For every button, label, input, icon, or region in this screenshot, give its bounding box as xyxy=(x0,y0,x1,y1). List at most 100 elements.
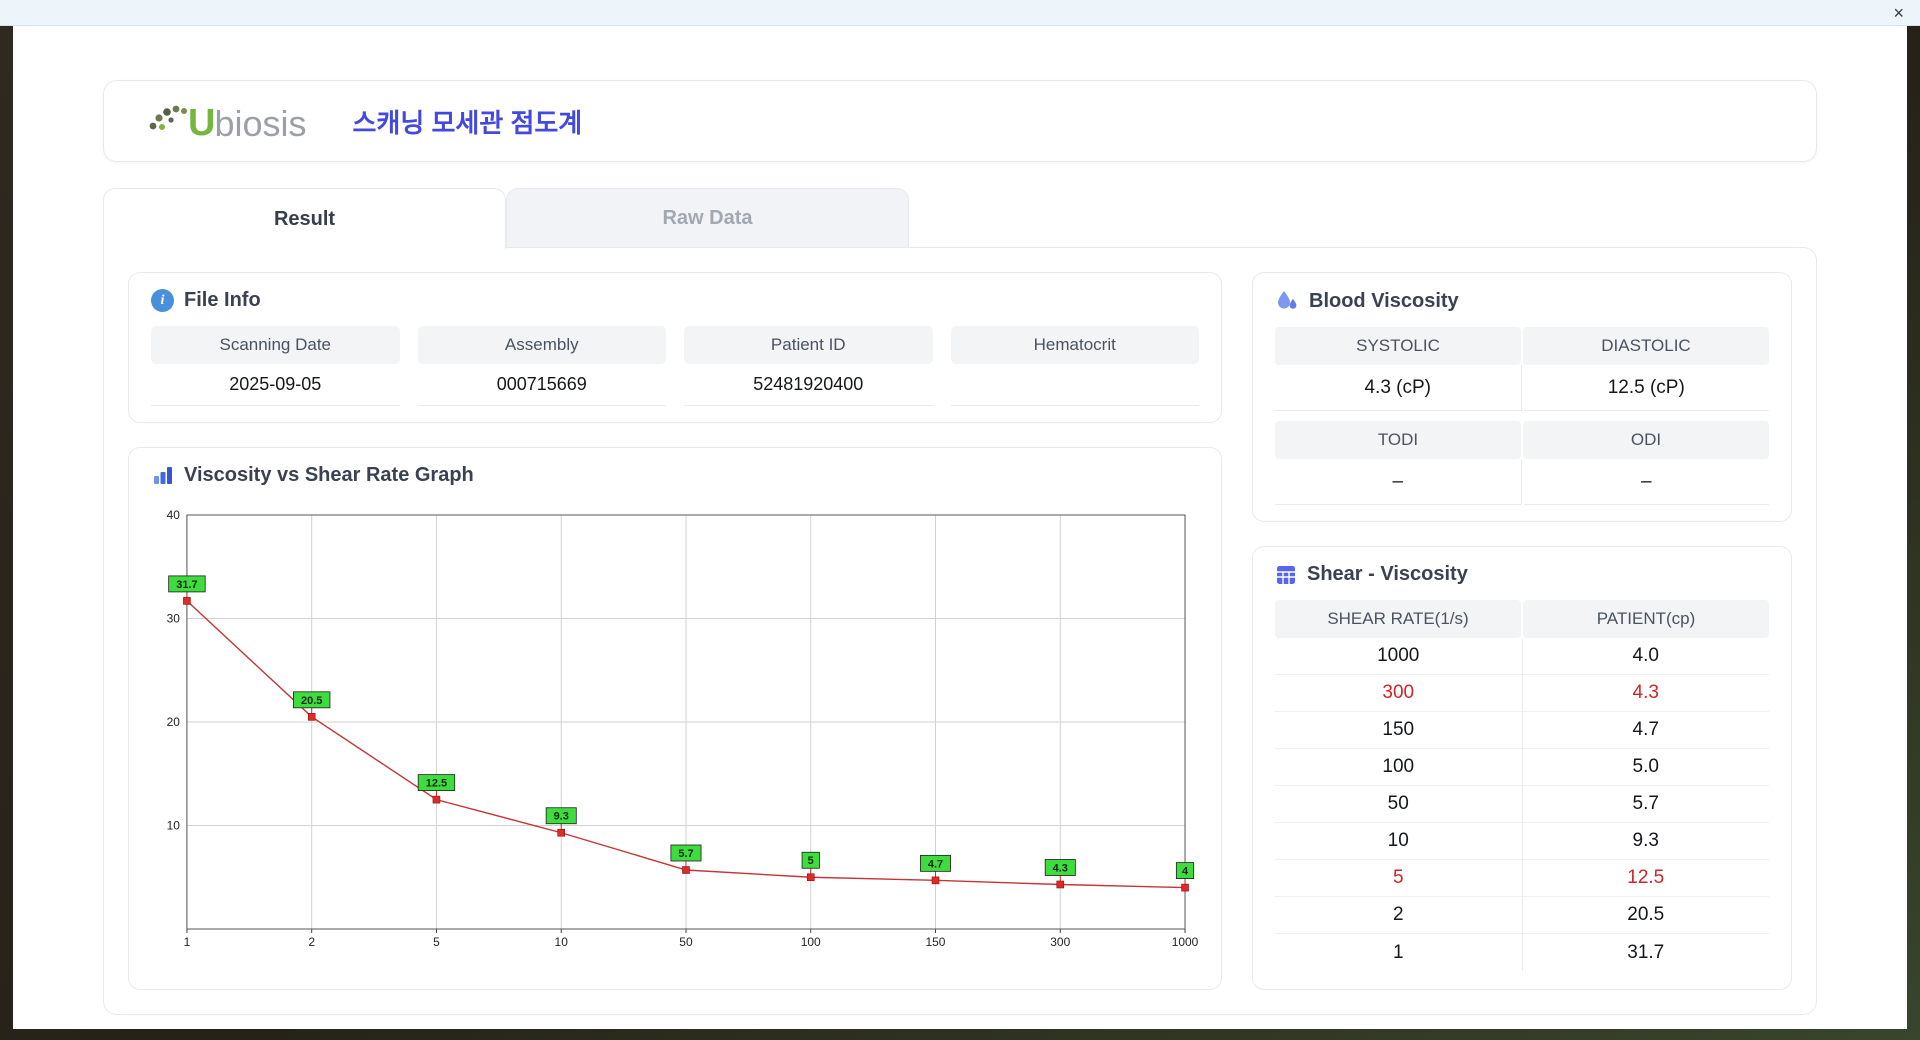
sv-patient: 4.0 xyxy=(1522,638,1769,675)
bv-header-systolic: SYSTOLIC xyxy=(1275,327,1521,365)
bv-value-todi: – xyxy=(1275,459,1522,505)
table-row: 1000 4.0 xyxy=(1275,638,1769,675)
sv-shear: 300 xyxy=(1275,675,1523,712)
bv-value-diastolic: 12.5 (cP) xyxy=(1523,365,1769,411)
svg-text:5: 5 xyxy=(433,935,440,949)
svg-text:150: 150 xyxy=(926,935,946,949)
file-info-fields: Scanning Date 2025-09-05 Assembly 000715… xyxy=(151,326,1199,406)
sv-patient: 4.7 xyxy=(1522,712,1769,749)
graph-title: Viscosity vs Shear Rate Graph xyxy=(184,464,474,486)
svg-text:20.5: 20.5 xyxy=(301,695,322,707)
field-assembly: Assembly 000715669 xyxy=(417,326,666,406)
field-hematocrit: Hematocrit xyxy=(950,326,1199,406)
bv-header-diastolic: DIASTOLIC xyxy=(1523,327,1769,365)
ubiosis-logo: U biosis xyxy=(146,100,307,142)
sv-header-patient: PATIENT(cp) xyxy=(1523,600,1769,638)
table-row: 150 4.7 xyxy=(1275,712,1769,749)
app-window: U biosis 스캐닝 모세관 점도계 Result Raw Data i F… xyxy=(13,26,1907,1029)
shear-viscosity-title: Shear - Viscosity xyxy=(1307,563,1468,585)
svg-text:5.7: 5.7 xyxy=(678,848,693,860)
logo-leaf-icon xyxy=(149,105,187,130)
graph-header: Viscosity vs Shear Rate Graph xyxy=(151,464,1199,487)
sv-header-row: SHEAR RATE(1/s) PATIENT(cp) xyxy=(1275,600,1769,638)
file-info-header: i File Info xyxy=(151,289,1199,312)
svg-text:4: 4 xyxy=(1182,866,1189,878)
table-row: 10 9.3 xyxy=(1275,823,1769,860)
result-panel: i File Info Scanning Date 2025-09-05 Ass… xyxy=(103,247,1817,1015)
right-column: Blood Viscosity SYSTOLIC DIASTOLIC 4.3 (… xyxy=(1252,272,1792,990)
svg-text:30: 30 xyxy=(167,611,181,625)
field-patient-id: Patient ID 52481920400 xyxy=(684,326,933,406)
close-icon[interactable]: × xyxy=(1893,4,1904,22)
blood-viscosity-header: Blood Viscosity xyxy=(1275,289,1769,313)
svg-text:1000: 1000 xyxy=(1172,935,1199,949)
bv-header-row: TODI ODI xyxy=(1275,421,1769,459)
sv-shear: 150 xyxy=(1275,712,1523,749)
svg-text:2: 2 xyxy=(308,935,315,949)
app-header: U biosis 스캐닝 모세관 점도계 xyxy=(103,80,1817,162)
svg-text:20: 20 xyxy=(167,715,181,729)
svg-text:1: 1 xyxy=(184,935,191,949)
tab-result[interactable]: Result xyxy=(103,188,506,249)
field-value: 52481920400 xyxy=(684,364,933,406)
tab-raw-data[interactable]: Raw Data xyxy=(506,188,909,248)
sv-patient: 9.3 xyxy=(1522,823,1769,860)
droplet-icon xyxy=(1278,291,1297,309)
bv-header-odi: ODI xyxy=(1523,421,1769,459)
svg-text:10: 10 xyxy=(167,818,181,832)
svg-text:9.3: 9.3 xyxy=(554,811,569,823)
blood-viscosity-card: Blood Viscosity SYSTOLIC DIASTOLIC 4.3 (… xyxy=(1252,272,1792,522)
field-scanning-date: Scanning Date 2025-09-05 xyxy=(151,326,400,406)
svg-text:5: 5 xyxy=(808,855,814,867)
table-row: 300 4.3 xyxy=(1275,675,1769,712)
graph-card: Viscosity vs Shear Rate Graph 1 2 5 10 50 100… xyxy=(128,447,1222,990)
sv-shear: 2 xyxy=(1275,897,1523,934)
field-label: Hematocrit xyxy=(950,326,1199,364)
svg-text:40: 40 xyxy=(167,508,181,522)
bv-value-row: 4.3 (cP) 12.5 (cP) xyxy=(1275,365,1769,411)
calculator-icon xyxy=(1277,565,1295,584)
sv-patient: 5.7 xyxy=(1522,786,1769,823)
shear-viscosity-card: Shear - Viscosity SHEAR RATE(1/s) PATIEN… xyxy=(1252,546,1792,990)
table-row: 50 5.7 xyxy=(1275,786,1769,823)
bv-value-odi: – xyxy=(1523,459,1769,505)
svg-text:31.7: 31.7 xyxy=(176,579,197,591)
field-label: Scanning Date xyxy=(151,326,400,364)
svg-text:300: 300 xyxy=(1050,935,1070,949)
left-column: i File Info Scanning Date 2025-09-05 Ass… xyxy=(128,272,1222,990)
window-titlebar: × xyxy=(0,0,1920,26)
viscosity-chart: 1 2 5 10 50 100 150 300 1000 10 20 30 40 31.7 20.5 12.5… xyxy=(167,508,1199,949)
sv-patient: 5.0 xyxy=(1522,749,1769,786)
file-info-card: i File Info Scanning Date 2025-09-05 Ass… xyxy=(128,272,1222,423)
svg-text:12.5: 12.5 xyxy=(426,778,447,790)
table-row: 2 20.5 xyxy=(1275,897,1769,934)
bv-header-row: SYSTOLIC DIASTOLIC xyxy=(1275,327,1769,365)
logo-text-u: U xyxy=(188,102,215,144)
page-title: 스캐닝 모세관 점도계 xyxy=(352,107,583,138)
sv-header-shear-rate: SHEAR RATE(1/s) xyxy=(1275,600,1521,638)
sv-patient: 4.3 xyxy=(1522,675,1769,712)
svg-text:4.7: 4.7 xyxy=(928,858,943,870)
file-info-title: File Info xyxy=(184,289,261,311)
sv-patient: 31.7 xyxy=(1627,941,1665,963)
field-label: Patient ID xyxy=(684,326,933,364)
table-row: 100 5.0 xyxy=(1275,749,1769,786)
bar-chart-icon xyxy=(154,467,172,484)
sv-shear: 1 xyxy=(1275,934,1523,971)
sv-shear: 50 xyxy=(1275,786,1523,823)
svg-text:50: 50 xyxy=(679,935,693,949)
svg-text:10: 10 xyxy=(555,935,569,949)
shear-viscosity-header: Shear - Viscosity xyxy=(1275,563,1769,586)
sv-shear: 5 xyxy=(1275,860,1523,897)
svg-text:100: 100 xyxy=(801,935,821,949)
sv-shear: 1000 xyxy=(1275,638,1523,675)
info-icon: i xyxy=(151,289,174,312)
sv-shear: 10 xyxy=(1275,823,1523,860)
sv-patient: 12.5 xyxy=(1522,860,1769,897)
bv-value-row: – – xyxy=(1275,459,1769,505)
field-value xyxy=(950,364,1199,406)
bv-header-todi: TODI xyxy=(1275,421,1521,459)
bv-value-systolic: 4.3 (cP) xyxy=(1275,365,1522,411)
table-row: 5 12.5 xyxy=(1275,860,1769,897)
field-label: Assembly xyxy=(417,326,666,364)
